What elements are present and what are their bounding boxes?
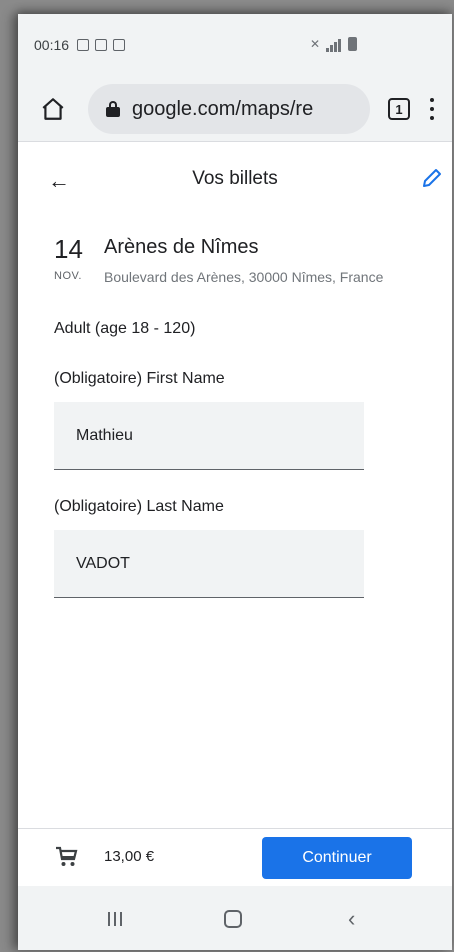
app-notification-icon: [113, 39, 126, 51]
signal-icon: [326, 36, 342, 52]
continue-button[interactable]: Continuer: [262, 837, 412, 879]
url-text: google.com/maps/re: [132, 97, 314, 120]
event-month: NOV.: [54, 270, 82, 282]
arrow-left-icon[interactable]: ←: [48, 168, 70, 194]
last-name-input[interactable]: [76, 554, 364, 573]
home-icon[interactable]: [40, 96, 66, 122]
browser-toolbar: google.com/maps/re 1: [18, 76, 452, 142]
lock-icon: [106, 101, 120, 117]
page-header: Vos billets ←: [18, 142, 452, 218]
first-name-label: (Obligatoire) First Name: [54, 370, 225, 387]
first-name-input[interactable]: [76, 426, 364, 445]
battery-icon: [348, 37, 358, 51]
system-nav-bar: ‹: [18, 886, 452, 950]
home-nav-icon[interactable]: [224, 910, 242, 928]
phone-screen: 00:16 ✕ google.com/maps/re 1 Vos billets…: [18, 14, 452, 950]
status-time: 00:16: [34, 37, 70, 53]
total-price: 13,00 €: [104, 848, 155, 865]
pencil-icon[interactable]: [420, 166, 444, 190]
gallery-notification-icon: [77, 39, 90, 51]
address-bar[interactable]: google.com/maps/re: [88, 84, 370, 134]
status-indicators: ✕: [310, 36, 358, 52]
tab-switcher-button[interactable]: 1: [388, 98, 410, 120]
mute-icon: ✕: [310, 37, 321, 51]
first-name-field[interactable]: [54, 402, 364, 470]
event-address: Boulevard des Arènes, 30000 Nîmes, Franc…: [104, 269, 384, 285]
more-menu-icon[interactable]: [428, 94, 436, 124]
status-bar: 00:16 ✕: [18, 14, 452, 76]
checkout-footer: 13,00 € Continuer: [18, 828, 452, 886]
page-title: Vos billets: [192, 168, 278, 189]
event-day: 14: [54, 234, 83, 264]
last-name-label: (Obligatoire) Last Name: [54, 498, 224, 515]
back-nav-icon[interactable]: ‹: [348, 906, 355, 932]
last-name-field[interactable]: [54, 530, 364, 598]
photo-notification-icon: [95, 39, 108, 51]
recent-apps-icon[interactable]: [108, 912, 122, 926]
ticket-type: Adult (age 18 - 120): [54, 320, 196, 337]
cart-icon: [56, 846, 78, 866]
event-name: Arènes de Nîmes: [104, 236, 259, 258]
